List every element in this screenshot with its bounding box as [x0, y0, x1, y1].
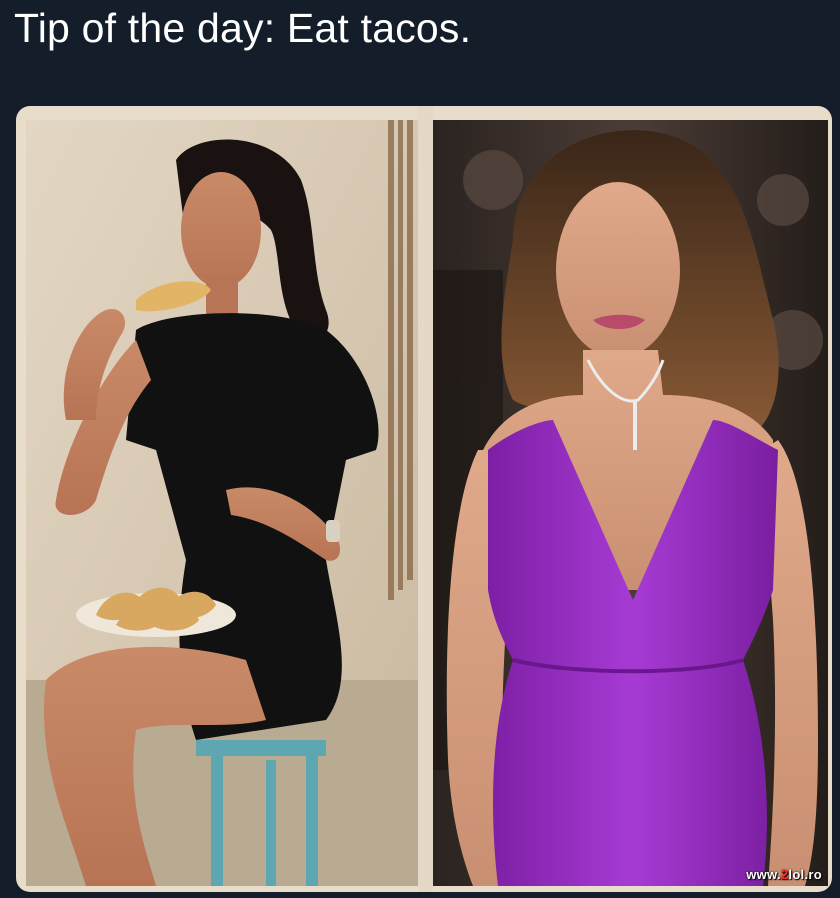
media-card[interactable]: www.2lol.ro	[16, 106, 832, 892]
photo-divider	[418, 106, 433, 892]
watermark-suffix: .ro	[804, 867, 822, 882]
right-photo-illustration	[433, 120, 828, 886]
meme-post: Tip of the day: Eat tacos. www.2lol.ro	[0, 0, 840, 898]
watermark-prefix: www.	[746, 867, 781, 882]
right-photo[interactable]	[433, 120, 828, 886]
left-photo[interactable]	[26, 120, 418, 886]
watermark-brand-rest: lol	[788, 867, 805, 882]
left-photo-illustration	[26, 120, 418, 886]
tweet-text: Tip of the day: Eat tacos.	[14, 5, 472, 51]
site-watermark: www.2lol.ro	[746, 867, 822, 882]
